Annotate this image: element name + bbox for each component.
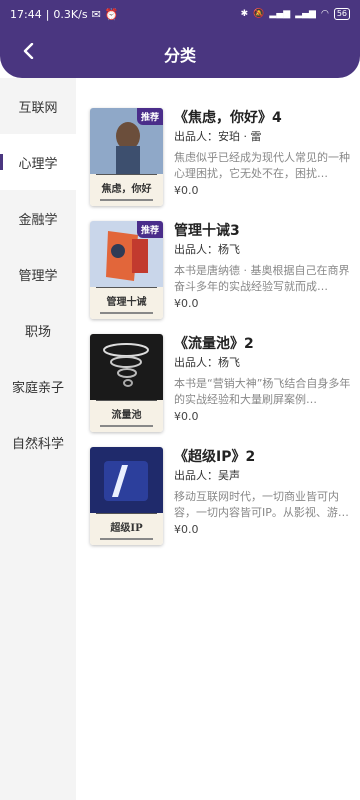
sidebar-item-finance[interactable]: 金融学 <box>0 190 76 246</box>
book-description: 移动互联网时代，一切商业皆可内容，一切内容皆可IP。从影视、游… <box>174 490 349 519</box>
top-header: 17:44 | 0.3K/s ✉ ⏰ ✱ 🔕 ▂▄▆ ▂▄▆ ◠ 56 分类 <box>0 0 360 78</box>
cover-title: 管理十诫 <box>106 297 147 308</box>
battery-icon: 56 <box>333 8 350 20</box>
cover-title: 焦虑，你好 <box>101 184 152 195</box>
signal-icon: ▂▄▆ <box>269 9 291 19</box>
book-cover: 焦虑，你好 推荐 <box>90 108 163 206</box>
sidebar-item-psychology[interactable]: 心理学 <box>0 134 76 190</box>
book-description: 本书是唐纳德 · 基奥根据自己在商界奋斗多年的实战经验写就而成… <box>174 264 350 293</box>
notification-icon: ✉ <box>91 7 101 21</box>
cover-title: 超级IP <box>110 523 143 534</box>
book-title: 《超级IP》2 <box>174 449 256 465</box>
recommend-badge: 推荐 <box>136 108 163 125</box>
book-price: ¥0.0 <box>174 297 199 310</box>
sidebar-item-workplace[interactable]: 职场 <box>0 302 76 358</box>
sidebar-item-internet[interactable]: 互联网 <box>0 78 76 134</box>
book-cover: 流量池 <box>90 334 163 432</box>
list-item[interactable]: 管理十诫 推荐 管理十诫3 出品人：杨飞 本书是唐纳德 · 基奥根据自己在商界奋… <box>90 221 356 325</box>
mute-icon: 🔕 <box>253 9 265 19</box>
book-price: ¥0.0 <box>174 184 199 197</box>
list-item[interactable]: 超级IP 《超级IP》2 出品人：吴声 移动互联网时代，一切商业皆可内容，一切内… <box>90 447 356 551</box>
alarm-icon: ⏰ <box>104 7 119 21</box>
book-title: 《焦虑，你好》4 <box>174 110 282 126</box>
book-author: 出品人：杨飞 <box>174 356 240 369</box>
book-author: 出品人：杨飞 <box>174 243 240 256</box>
wifi-icon: ◠ <box>320 9 329 19</box>
status-time: 17:44 <box>10 7 42 21</box>
book-cover: 管理十诫 推荐 <box>90 221 163 319</box>
sidebar-item-management[interactable]: 管理学 <box>0 246 76 302</box>
category-sidebar: 互联网 心理学 金融学 管理学 职场 家庭亲子 自然科学 <box>0 78 76 800</box>
list-item[interactable]: 焦虑，你好 推荐 《焦虑，你好》4 出品人：安珀 · 雷 焦虑似乎已经成为现代人… <box>90 108 356 212</box>
page-title: 分类 <box>163 46 196 65</box>
bluetooth-icon: ✱ <box>240 9 249 19</box>
list-item[interactable]: 流量池 《流量池》2 出品人：杨飞 本书是“营销大神”杨飞结合自身多年的实战经验… <box>90 334 356 438</box>
book-price: ¥0.0 <box>174 410 199 423</box>
book-title: 《流量池》2 <box>174 336 254 352</box>
cover-title: 流量池 <box>111 410 142 421</box>
book-description: 本书是“营销大神”杨飞结合自身多年的实战经验和大量刷屏案例… <box>174 377 351 406</box>
status-bar: 17:44 | 0.3K/s ✉ ⏰ ✱ 🔕 ▂▄▆ ▂▄▆ ◠ 56 <box>0 0 360 28</box>
recommend-badge: 推荐 <box>136 221 163 238</box>
book-price: ¥0.0 <box>174 523 199 536</box>
book-author: 出品人：安珀 · 雷 <box>174 130 262 143</box>
sidebar-item-family[interactable]: 家庭亲子 <box>0 358 76 414</box>
book-cover: 超级IP <box>90 447 163 545</box>
signal-2-icon: ▂▄▆ <box>295 9 316 19</box>
network-speed: 0.3K/s <box>53 7 88 21</box>
book-author: 出品人：吴声 <box>174 469 240 482</box>
sidebar-item-science[interactable]: 自然科学 <box>0 414 76 470</box>
book-description: 焦虑似乎已经成为现代人常见的一种心理困扰，它无处不在，困扰… <box>174 151 350 180</box>
book-title: 管理十诫3 <box>174 223 240 239</box>
